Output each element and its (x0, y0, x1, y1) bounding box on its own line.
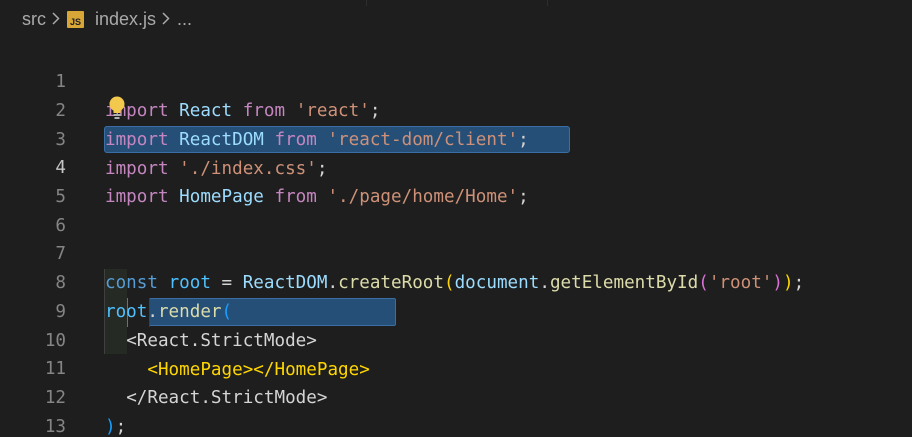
code-line[interactable]: 8 root.render( (0, 240, 912, 322)
code-line[interactable]: 10 <HomePage></HomePage> (0, 298, 912, 380)
breadcrumb-symbols[interactable]: ... (177, 9, 192, 30)
chevron-right-icon (52, 9, 60, 30)
bracket: ) (105, 417, 116, 437)
chevron-right-icon (162, 9, 170, 30)
code-line[interactable]: 7 const root = ReactDOM.createRoot(docum… (0, 211, 912, 293)
breadcrumb: src JS index.js ... (0, 0, 912, 38)
code-line[interactable]: 1 import React from 'react'; (0, 39, 912, 121)
code-line-active[interactable]: 4 import HomePage from './page/home/Home… (0, 125, 912, 207)
code-line[interactable]: 6 (0, 183, 912, 236)
code-line[interactable]: 13 (0, 384, 912, 437)
breadcrumb-folder[interactable]: src (22, 9, 46, 30)
lightbulb-icon[interactable] (108, 96, 126, 120)
code-text: ); (105, 413, 126, 437)
code-line[interactable]: 9 <React.StrictMode> (0, 269, 912, 351)
breadcrumb-file[interactable]: index.js (95, 9, 156, 30)
code-line[interactable]: 11 </React.StrictMode> (0, 326, 912, 408)
punctuation: ; (115, 417, 127, 437)
line-number[interactable]: 13 (0, 413, 66, 437)
code-line[interactable]: 3 import './index.css'; (0, 97, 912, 179)
code-line[interactable]: 2 import ReactDOM from 'react-dom/client… (0, 68, 912, 150)
code-editor[interactable]: src JS index.js ... 1 import React from … (0, 0, 912, 437)
code-line[interactable]: 5 (0, 154, 912, 207)
js-file-icon: JS (67, 10, 84, 28)
code-line[interactable]: 12 ); (0, 355, 912, 437)
